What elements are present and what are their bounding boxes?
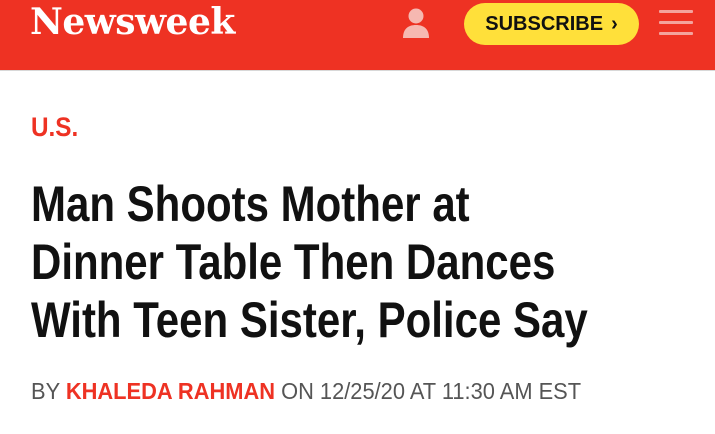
subscribe-label: SUBSCRIBE xyxy=(485,13,604,35)
site-header: Newsweek SUBSCRIBE › xyxy=(0,0,715,70)
account-icon[interactable] xyxy=(398,5,434,41)
headline-line: Dinner Table Then Dances xyxy=(31,234,556,290)
author-link[interactable]: KHALEDA RAHMAN xyxy=(66,378,275,404)
publish-time: 11:30 AM EST xyxy=(441,378,582,404)
section-label[interactable]: U.S. xyxy=(31,112,78,143)
article-headline: Man Shoots Mother at Dinner Table Then D… xyxy=(31,175,611,349)
menu-bar xyxy=(659,21,693,24)
newsweek-logo[interactable]: Newsweek xyxy=(30,0,235,45)
headline-line: With Teen Sister, Police Say xyxy=(31,292,588,348)
page: Newsweek SUBSCRIBE › U.S. Man Shoots Moth… xyxy=(0,0,715,434)
byline-at: AT xyxy=(409,378,436,404)
header-divider xyxy=(0,70,715,71)
byline-on: ON xyxy=(281,378,314,404)
menu-bar xyxy=(659,32,693,35)
byline: BY KHALEDA RAHMAN ON 12/25/20 AT 11:30 A… xyxy=(31,378,581,405)
chevron-right-icon: › xyxy=(611,13,618,35)
menu-bar xyxy=(659,10,693,13)
publish-date: 12/25/20 xyxy=(319,378,405,404)
menu-icon[interactable] xyxy=(659,10,693,36)
headline-line: Man Shoots Mother at xyxy=(31,176,470,232)
byline-by: BY xyxy=(31,378,60,404)
subscribe-button[interactable]: SUBSCRIBE › xyxy=(464,3,639,45)
